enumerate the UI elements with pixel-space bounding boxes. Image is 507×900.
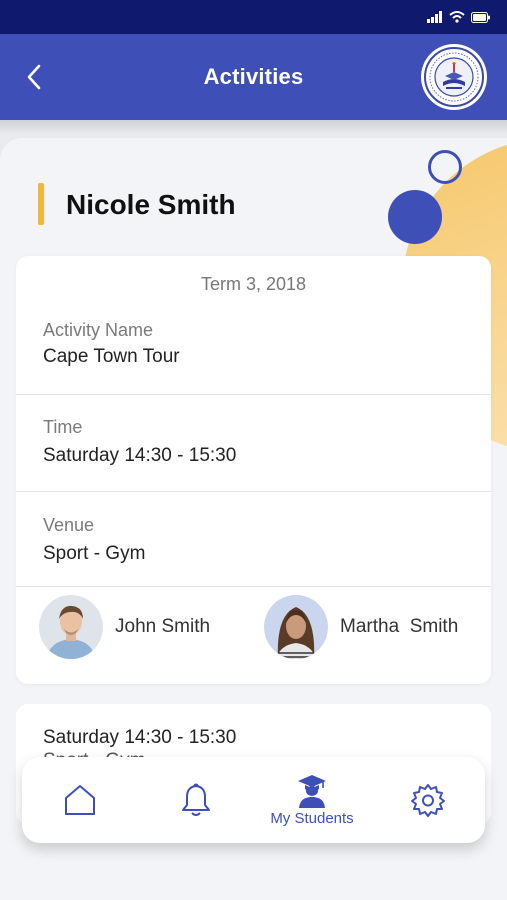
home-icon bbox=[65, 785, 95, 815]
avatar bbox=[39, 595, 103, 659]
school-logo[interactable] bbox=[421, 44, 487, 110]
wifi-icon bbox=[449, 11, 465, 23]
back-button[interactable] bbox=[20, 62, 48, 92]
activity-name-value: Cape Town Tour bbox=[43, 346, 180, 367]
header-shadow bbox=[0, 120, 507, 134]
page-title: Activities bbox=[203, 64, 304, 89]
battery-icon bbox=[471, 11, 490, 23]
status-bar bbox=[0, 0, 507, 34]
gear-icon bbox=[411, 784, 445, 817]
name-accent-bar bbox=[38, 183, 44, 225]
bottom-nav: My Students bbox=[22, 757, 485, 843]
venue-label: Venue bbox=[43, 515, 95, 535]
graduate-icon bbox=[298, 774, 326, 808]
nav-item-home[interactable] bbox=[30, 757, 130, 843]
teacher-item[interactable]: John Smith bbox=[39, 595, 210, 659]
teacher-item[interactable]: Martha Smith bbox=[264, 595, 458, 659]
activity-card: Term 3, 2018 Activity Name Cape Town Tou… bbox=[16, 256, 491, 684]
status-icons bbox=[427, 9, 491, 25]
nav-label: My Students bbox=[270, 809, 354, 827]
nav-item-my-students[interactable]: My Students bbox=[262, 757, 362, 843]
female-avatar-icon bbox=[264, 595, 328, 659]
term-label: Term 3, 2018 bbox=[200, 274, 307, 294]
bell-icon bbox=[182, 783, 210, 816]
avatar bbox=[264, 595, 328, 659]
venue-value: Sport - Gym bbox=[43, 543, 146, 564]
nav-item-notifications[interactable] bbox=[146, 757, 246, 843]
student-name: Nicole Smith bbox=[66, 189, 236, 220]
teacher-name: John Smith bbox=[115, 616, 211, 637]
school-crest-icon bbox=[424, 47, 484, 107]
nav-item-settings[interactable] bbox=[378, 757, 478, 843]
time-label: Time bbox=[43, 417, 83, 437]
activity-name-label: Activity Name bbox=[43, 320, 154, 340]
time-value: Saturday 14:30 - 15:30 bbox=[43, 445, 237, 466]
divider bbox=[16, 491, 491, 492]
signal-icon bbox=[427, 11, 442, 23]
male-avatar-icon bbox=[39, 595, 103, 659]
teacher-name: Martha Smith bbox=[340, 616, 459, 637]
time-value: Saturday 14:30 - 15:30 bbox=[43, 727, 237, 748]
divider bbox=[16, 394, 491, 395]
chevron-left-icon bbox=[27, 64, 41, 90]
app-header: Activities bbox=[0, 34, 507, 120]
divider bbox=[16, 586, 491, 587]
decorative-circle bbox=[388, 190, 442, 244]
decorative-ring bbox=[428, 150, 462, 184]
